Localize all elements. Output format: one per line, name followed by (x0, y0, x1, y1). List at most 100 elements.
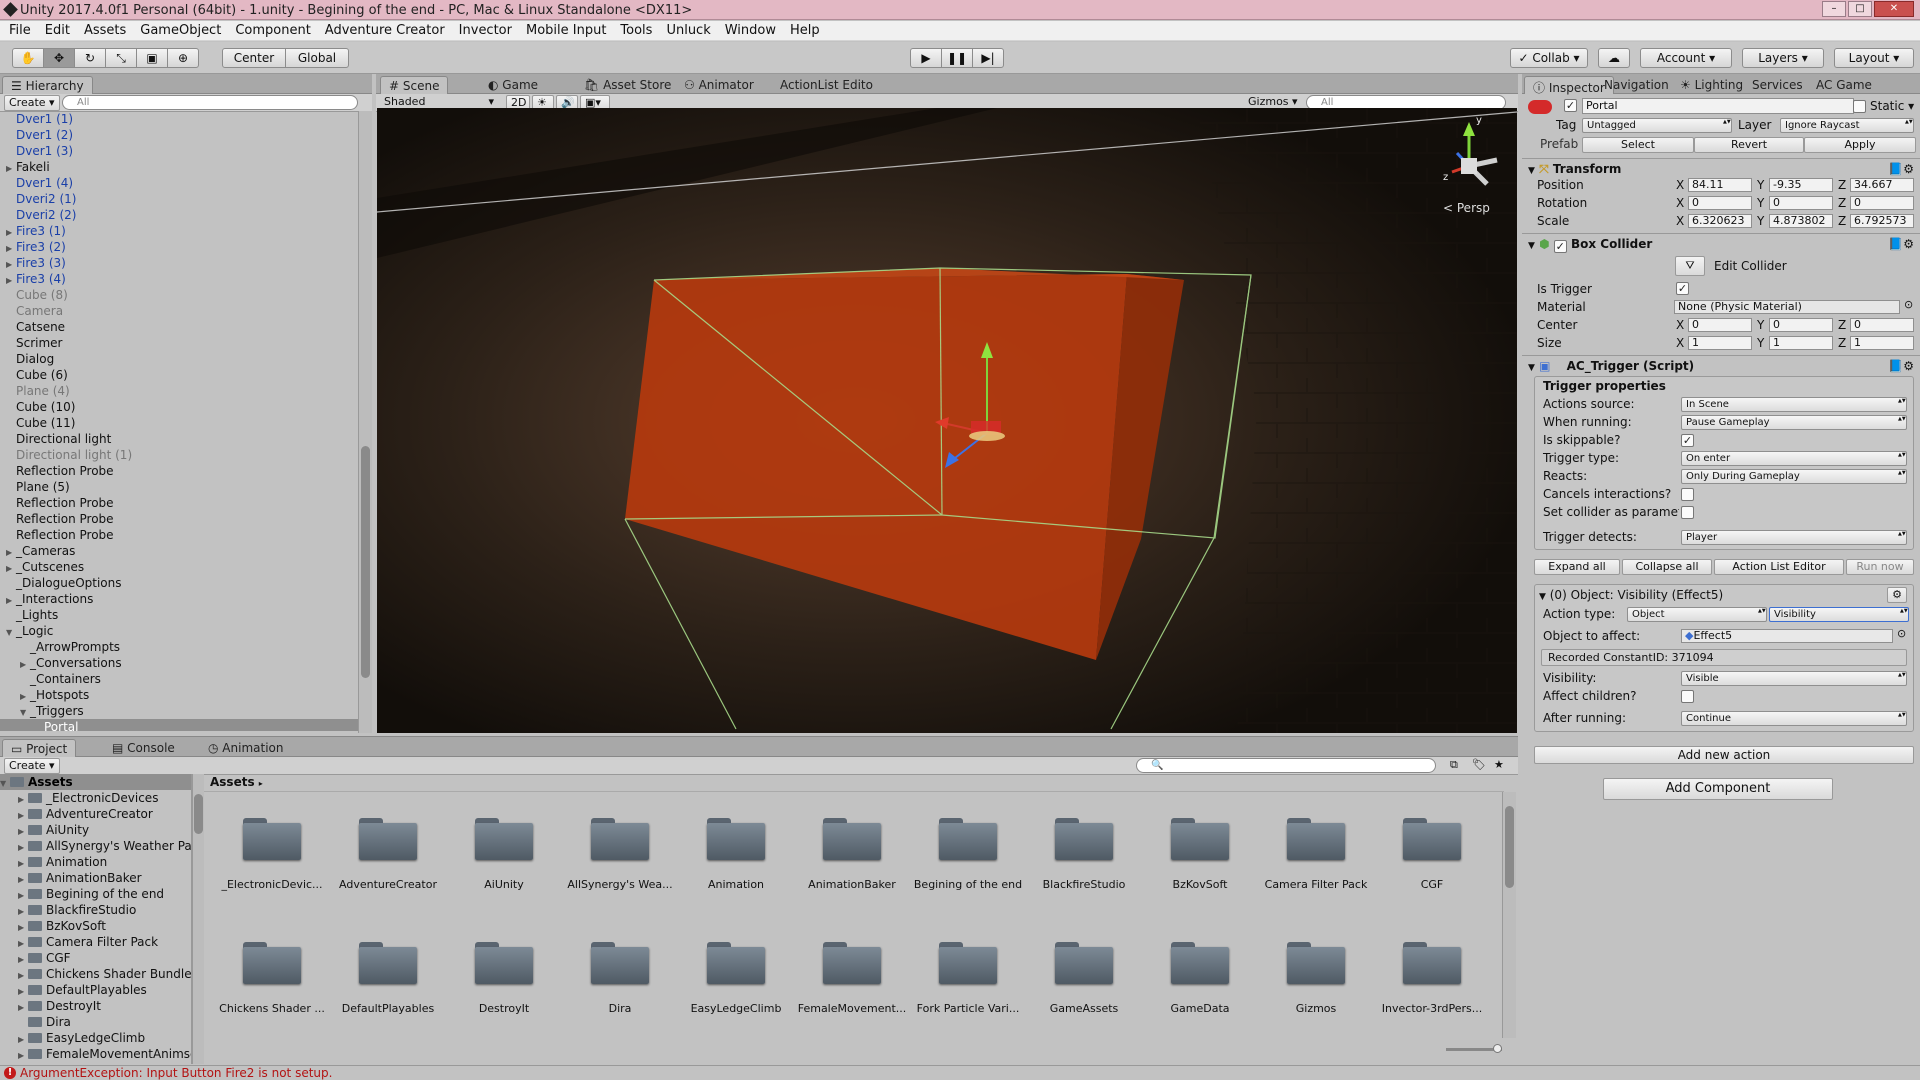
menu-edit[interactable]: Edit (38, 23, 77, 38)
project-search-input[interactable]: 🔍 (1136, 758, 1436, 773)
hierarchy-scrollbar[interactable] (358, 111, 372, 733)
hierarchy-item[interactable]: _Containers (0, 671, 358, 687)
trigger-detects-dropdown[interactable]: Player (1681, 530, 1907, 545)
asset-folder-item[interactable]: Animation (680, 808, 792, 908)
rect-tool-icon[interactable]: ▣ (136, 48, 168, 68)
project-folder-item[interactable]: ▶ Animation (0, 854, 191, 870)
scale-y-field[interactable]: 4.873802 (1769, 214, 1833, 228)
project-folder-item[interactable]: ▶ Camera Filter Pack (0, 934, 191, 950)
asset-folder-item[interactable]: BlackfireStudio (1028, 808, 1140, 908)
asset-folder-item[interactable]: DestroyIt (448, 932, 560, 1032)
menu-invector[interactable]: Invector (452, 23, 519, 38)
asset-folder-item[interactable]: BzKovSoft (1144, 808, 1256, 908)
tab-navigation[interactable]: Navigation (1596, 76, 1677, 94)
asset-breadcrumb[interactable]: Assets ▸ (204, 774, 1504, 792)
add-component-button[interactable]: Add Component (1603, 778, 1833, 800)
actions-source-dropdown[interactable]: In Scene (1681, 397, 1907, 412)
project-folder-item[interactable]: ▶ DefaultPlayables (0, 982, 191, 998)
layers-dropdown[interactable]: Layers ▾ (1742, 48, 1824, 68)
menu-help[interactable]: Help (783, 23, 827, 38)
asset-folder-item[interactable]: CGF (1376, 808, 1488, 908)
collab-button[interactable]: ✓ Collab ▾ (1510, 48, 1588, 68)
hierarchy-item[interactable]: ▶ Fire3 (1) (0, 223, 358, 239)
skippable-checkbox[interactable]: ✓ (1681, 434, 1694, 447)
run-now-button[interactable]: Run now (1846, 559, 1914, 575)
scene-viewport[interactable]: z y < Persp (377, 108, 1517, 733)
tab-asset-store[interactable]: 🛍 Asset Store (576, 76, 679, 94)
size-y-field[interactable]: 1 (1769, 336, 1833, 350)
project-folder-item[interactable]: ▶ Begining of the end (0, 886, 191, 902)
hierarchy-item[interactable]: Cube (8) (0, 287, 358, 303)
scale-tool-icon[interactable]: ⤡ (105, 48, 137, 68)
play-button[interactable]: ▶ (910, 48, 942, 68)
hierarchy-item[interactable]: ▶ Fire3 (4) (0, 271, 358, 287)
set-collider-checkbox[interactable] (1681, 506, 1694, 519)
asset-folder-item[interactable]: Camera Filter Pack (1260, 808, 1372, 908)
tab-scene[interactable]: # Scene (380, 76, 449, 94)
hierarchy-item[interactable]: ▶ _Cameras (0, 543, 358, 559)
global-button[interactable]: Global (285, 48, 349, 68)
project-tree-scroll-thumb[interactable] (194, 794, 203, 834)
tab-animator[interactable]: ⚇ Animator (676, 76, 762, 94)
object-to-affect-field[interactable]: ◆Effect5 (1681, 629, 1893, 643)
rotation-z-field[interactable]: 0 (1850, 196, 1914, 210)
pause-button[interactable]: ❚❚ (941, 48, 973, 68)
action-list-editor-button[interactable]: Action List Editor (1714, 559, 1844, 575)
project-folder-item[interactable]: ▶ AdventureCreator (0, 806, 191, 822)
hierarchy-item[interactable]: Directional light (0, 431, 358, 447)
reacts-dropdown[interactable]: Only During Gameplay (1681, 469, 1907, 484)
hierarchy-item[interactable]: Cube (10) (0, 399, 358, 415)
ac-trigger-header[interactable]: ▼ ▣ AC_Trigger (Script) 📘⚙ (1522, 355, 1920, 377)
asset-folder-item[interactable]: Fork Particle Vari... (912, 932, 1024, 1032)
is-trigger-checkbox[interactable]: ✓ (1676, 282, 1689, 295)
hierarchy-item[interactable]: Reflection Probe (0, 495, 358, 511)
hand-tool-icon[interactable]: ✋ (12, 48, 44, 68)
box-collider-enabled-checkbox[interactable]: ✓ (1553, 240, 1567, 253)
box-collider-header[interactable]: ▼ ⬢ ✓ Box Collider 📘⚙ (1522, 233, 1920, 255)
cloud-icon[interactable]: ☁ (1598, 48, 1630, 68)
action-category-dropdown[interactable]: Object (1627, 607, 1767, 622)
center-x-field[interactable]: 0 (1688, 318, 1752, 332)
scale-z-field[interactable]: 6.792573 (1850, 214, 1914, 228)
project-tree-scrollbar[interactable] (192, 774, 204, 1064)
hierarchy-scroll-thumb[interactable] (361, 446, 370, 678)
hierarchy-item[interactable]: Cube (6) (0, 367, 358, 383)
menu-component[interactable]: Component (228, 23, 317, 38)
prefab-apply-button[interactable]: Apply (1804, 137, 1916, 153)
asset-grid-scroll-thumb[interactable] (1505, 806, 1514, 888)
tab-console[interactable]: ▤ Console (104, 739, 183, 757)
layer-dropdown[interactable]: Ignore Raycast (1780, 118, 1914, 133)
asset-grid-scrollbar[interactable] (1502, 792, 1516, 1038)
hierarchy-item[interactable]: Plane (4) (0, 383, 358, 399)
move-tool-icon[interactable]: ✥ (43, 48, 75, 68)
account-dropdown[interactable]: Account ▾ (1640, 48, 1732, 68)
prefab-select-button[interactable]: Select (1582, 137, 1694, 153)
object-picker-icon[interactable]: ⊙ (1897, 627, 1906, 640)
assets-root[interactable]: ▼ Assets (0, 774, 191, 790)
edit-collider-button[interactable]: ⛛ (1675, 256, 1705, 276)
hierarchy-item[interactable]: ▶ _Cutscenes (0, 559, 358, 575)
trigger-type-dropdown[interactable]: On enter (1681, 451, 1907, 466)
hierarchy-item[interactable]: Reflection Probe (0, 527, 358, 543)
asset-folder-item[interactable]: AdventureCreator (332, 808, 444, 908)
project-folder-item[interactable]: ▶ Chickens Shader Bundle (0, 966, 191, 982)
asset-folder-item[interactable]: AnimationBaker (796, 808, 908, 908)
hierarchy-item[interactable]: ▶ _Interactions (0, 591, 358, 607)
asset-folder-item[interactable]: AiUnity (448, 808, 560, 908)
hierarchy-item[interactable]: Directional light (1) (0, 447, 358, 463)
object-name-field[interactable]: Portal (1582, 98, 1854, 114)
hierarchy-item[interactable]: Plane (5) (0, 479, 358, 495)
hierarchy-item[interactable]: _Lights (0, 607, 358, 623)
hierarchy-item[interactable]: Cube (11) (0, 415, 358, 431)
asset-folder-item[interactable]: GameAssets (1028, 932, 1140, 1032)
when-running-dropdown[interactable]: Pause Gameplay (1681, 415, 1907, 430)
transform-foldout-icon[interactable]: ▼ (1528, 166, 1535, 176)
rotation-y-field[interactable]: 0 (1769, 196, 1833, 210)
transform-settings-icon[interactable]: 📘⚙ (1888, 159, 1914, 179)
after-running-dropdown[interactable]: Continue (1681, 711, 1907, 726)
action-type-dropdown[interactable]: Visibility (1769, 607, 1909, 622)
menu-mobile-input[interactable]: Mobile Input (519, 23, 613, 38)
tab-ac-game[interactable]: AC Game (1808, 76, 1880, 94)
menu-file[interactable]: File (2, 23, 38, 38)
size-x-field[interactable]: 1 (1688, 336, 1752, 350)
